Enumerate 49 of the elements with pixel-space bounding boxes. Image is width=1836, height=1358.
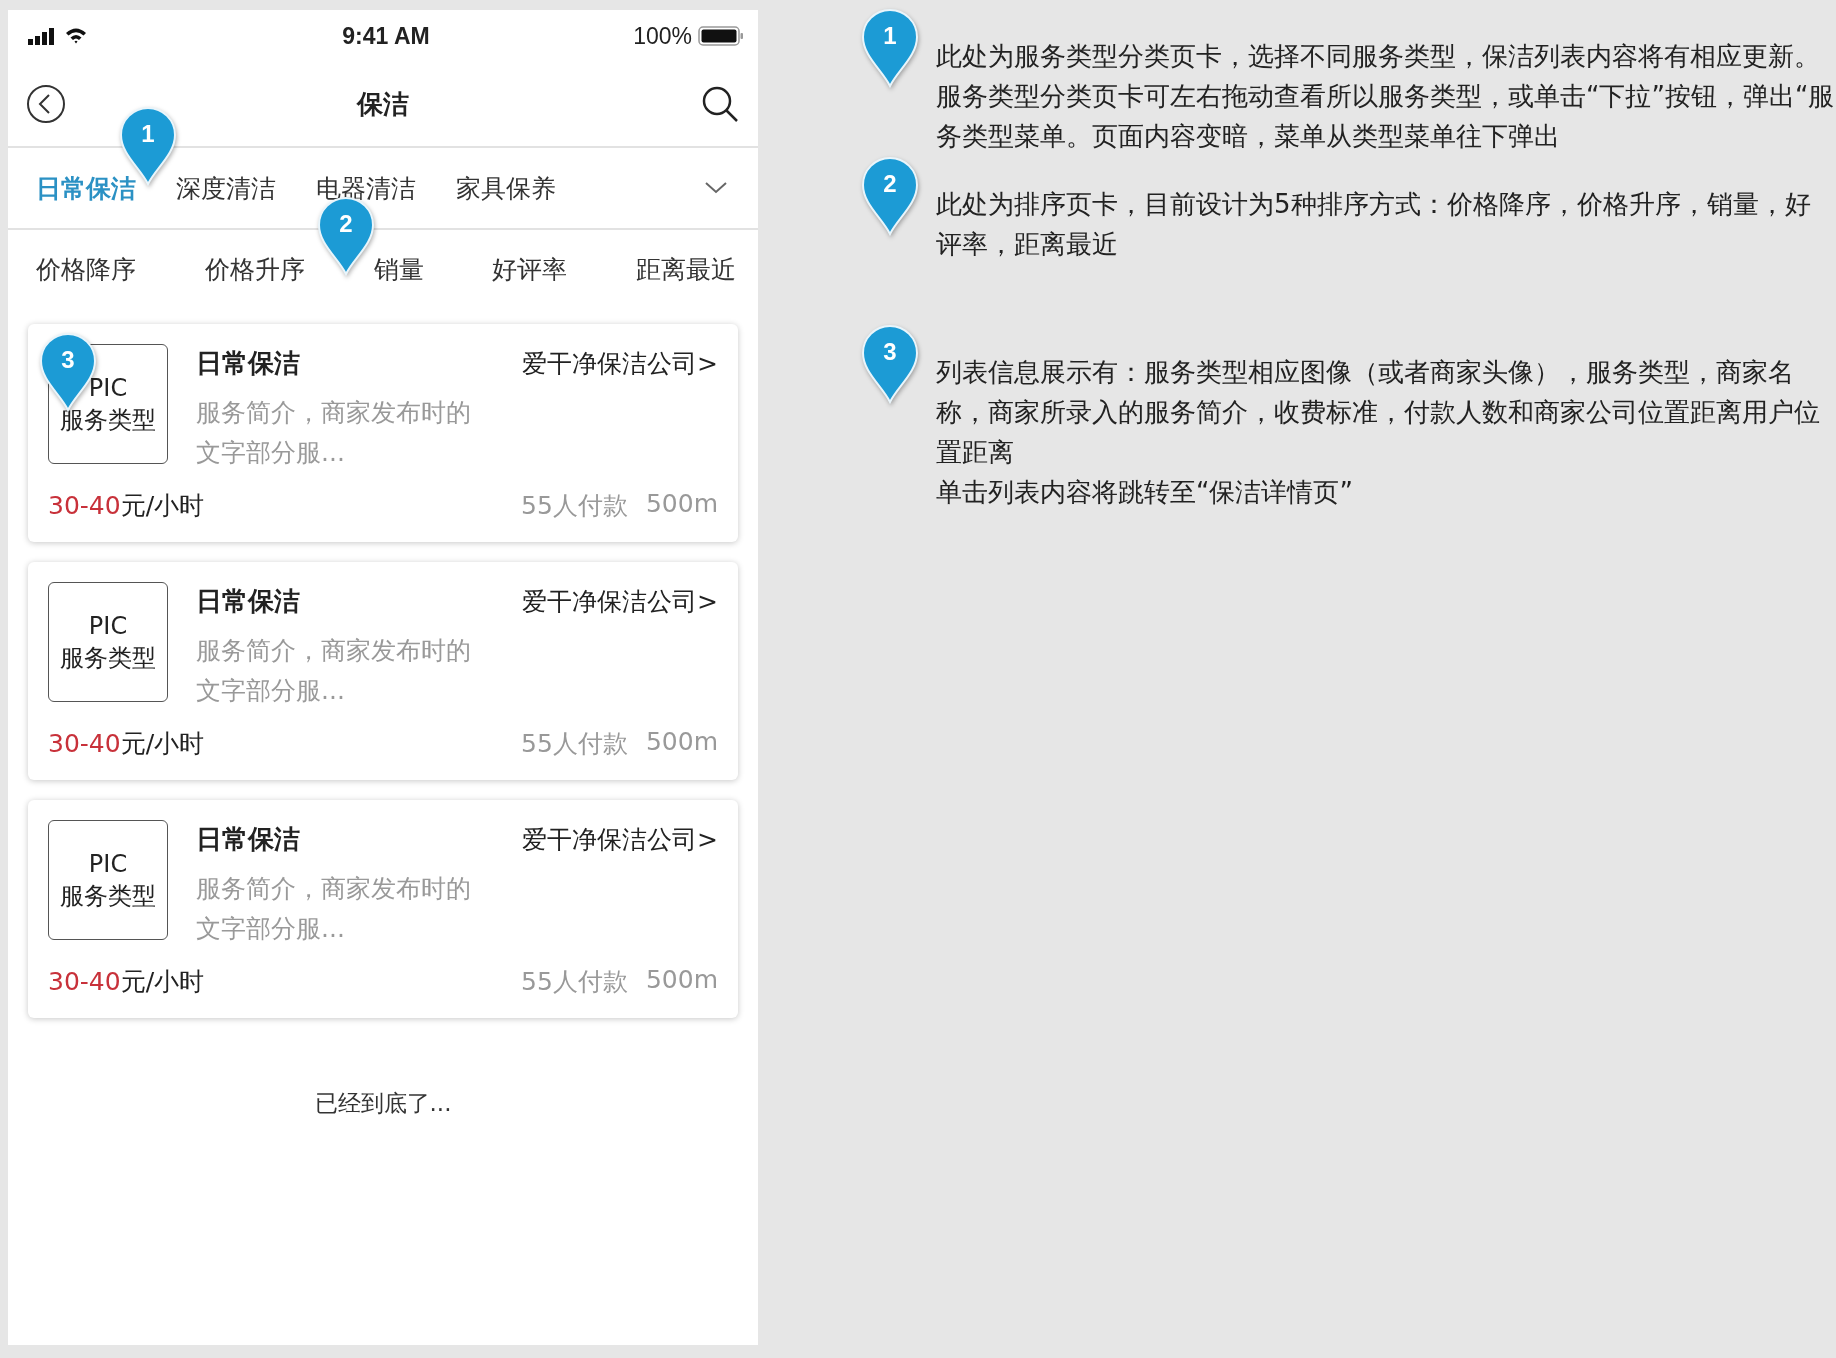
sort-tab[interactable]: 距离最近 [636,252,736,286]
search-button[interactable] [700,84,740,124]
pic-caption: 服务类型 [60,643,156,674]
company-link[interactable]: 爱干净保洁公司> [522,585,718,618]
pic-caption: 服务类型 [60,405,156,436]
sort-tab[interactable]: 好评率 [492,252,568,286]
price-text: 30-40元/小时 [48,728,205,760]
distance-text: 500m [645,727,718,758]
company-link[interactable]: 爱干净保洁公司> [522,823,718,856]
service-description: 服务简介，商家发布时的文字部分服... [196,873,472,945]
service-card[interactable]: PIC 服务类型 日常保洁 爱干净保洁公司> 服务简介，商家发布时的文字部分服... 30-40元/小时 55人付款 500m [28,562,738,780]
back-button[interactable] [26,84,66,124]
annotation-text: 服务类型分类页卡可左右拖动查看所以服务类型，或单击“下拉”按钮，弹出“服务类型菜单。页面内容变暗，菜单从类型菜单往下弹出 [936,80,1836,153]
battery-icon [698,26,744,46]
pic-label: PIC [88,372,128,404]
annotation-text: 列表信息展示有：服务类型相应图像（或者商家头像），服务类型，商家名称，商家所录入的服务简介，收费标准，付款人数和商家公司位置距离用户位置距离 [936,356,1821,469]
service-description: 服务简介，商家发布时的文字部分服... [196,635,472,707]
sort-tab[interactable]: 价格降序 [36,252,136,286]
service-title: 日常保洁 [196,347,300,380]
payer-count: 55人付款 [521,728,628,760]
annotation-text: 单击列表内容将跳转至“保洁详情页” [936,476,1354,509]
service-card[interactable]: PIC 服务类型 日常保洁 爱干净保洁公司> 服务简介，商家发布时的文字部分服... 30-40元/小时 55人付款 500m [28,800,738,1018]
payer-count: 55人付款 [521,490,628,522]
price-text: 30-40元/小时 [48,490,205,522]
company-link[interactable]: 爱干净保洁公司> [522,347,718,380]
service-description: 服务简介，商家发布时的文字部分服... [196,397,472,469]
annotation-text: 此处为排序页卡，目前设计为5种排序方式：价格降序，价格升序，销量，好评率，距离最近 [936,188,1812,261]
price-text: 30-40元/小时 [48,966,205,998]
category-tab[interactable]: 家具保养 [456,171,556,205]
status-time: 9:41 AM [342,22,430,50]
pic-label: PIC [88,610,128,642]
distance-text: 500m [645,489,718,520]
wifi-icon [64,27,88,45]
callout-marker: 3 [860,324,920,404]
category-tab[interactable]: 深度清洁 [176,171,276,205]
sort-tab[interactable]: 价格升序 [204,252,305,286]
callout-marker: 1 [860,8,920,88]
battery-percentage: 100% [633,22,692,50]
distance-text: 500m [645,965,718,996]
pic-label: PIC [88,848,128,880]
end-of-list-text: 已经到底了... [313,1089,453,1118]
callout-marker: 2 [860,156,920,236]
sort-tab[interactable]: 销量 [373,252,424,286]
service-title: 日常保洁 [196,585,300,618]
service-title: 日常保洁 [196,823,300,856]
page-title: 保洁 [357,87,409,121]
annotation-text: 此处为服务类型分类页卡，选择不同服务类型，保洁列表内容将有相应更新。 [936,40,1821,73]
pic-caption: 服务类型 [60,881,156,912]
payer-count: 55人付款 [521,966,628,998]
